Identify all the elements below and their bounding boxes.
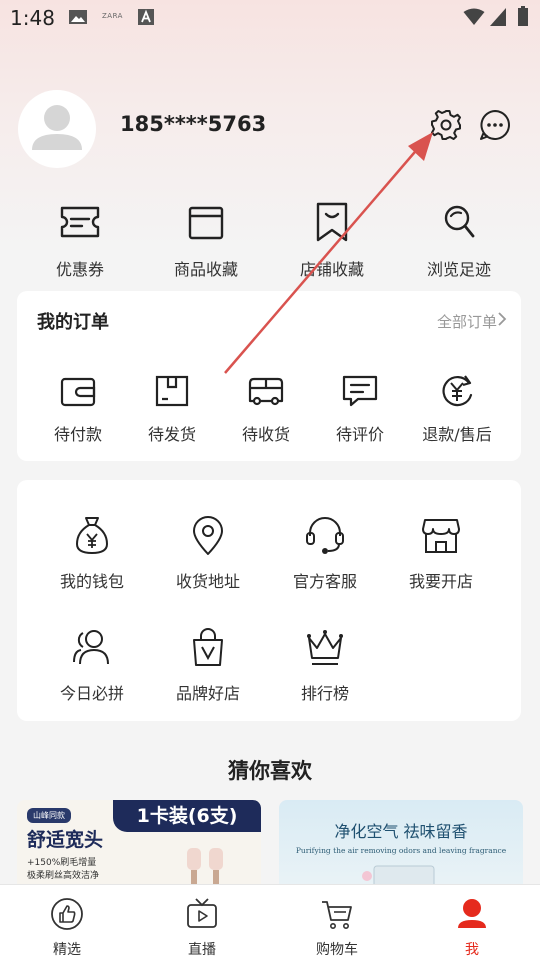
- battery-icon: [518, 6, 528, 26]
- tab-live-label: 直播: [188, 942, 216, 958]
- product-headline: 舒适宽头: [27, 829, 104, 851]
- tab-live[interactable]: 直播: [152, 897, 252, 959]
- service-open-store[interactable]: 我要开店: [383, 514, 499, 592]
- quick-shop-favorites-label: 店铺收藏: [299, 260, 364, 279]
- quick-browse-history[interactable]: 浏览足迹: [404, 198, 514, 280]
- wifi-icon: [463, 8, 485, 25]
- image-notification-icon: [69, 10, 87, 24]
- order-refund-aftersale[interactable]: 退款/售后: [407, 371, 507, 445]
- toothbrush-image: [187, 848, 223, 890]
- guess-you-like-title: 猜你喜欢: [228, 759, 312, 783]
- quick-product-favorites[interactable]: 商品收藏: [151, 198, 261, 280]
- font-notification-icon: [138, 9, 154, 25]
- zara-notification-icon: ZARA: [102, 12, 123, 20]
- tab-featured-label: 精选: [53, 942, 81, 958]
- store-icon: [422, 519, 460, 553]
- service-brand-stores-label: 品牌好店: [175, 684, 240, 703]
- order-pending-receipt-label: 待收货: [241, 425, 290, 444]
- order-pending-payment[interactable]: 待付款: [31, 371, 125, 445]
- profile-icon: [458, 899, 486, 928]
- tab-cart[interactable]: 购物车: [287, 897, 387, 959]
- product-card-air-freshener[interactable]: 净化空气 祛味留香 Purifying the air removing odo…: [279, 800, 523, 890]
- service-customer-support[interactable]: 官方客服: [267, 514, 383, 592]
- tab-me[interactable]: 我: [422, 897, 522, 959]
- tv-play-icon: [187, 898, 217, 928]
- service-ranking-label: 排行榜: [300, 684, 349, 703]
- service-group-buy-label: 今日必拼: [59, 684, 124, 703]
- service-group-buy[interactable]: 今日必拼: [34, 626, 150, 704]
- truck-icon: [248, 377, 284, 406]
- order-pending-shipment[interactable]: 待发货: [125, 371, 219, 445]
- quick-coupons[interactable]: 优惠券: [25, 198, 135, 280]
- order-pending-payment-label: 待付款: [53, 425, 102, 444]
- signal-icon: [490, 8, 506, 26]
- crown-icon: [307, 630, 343, 665]
- orders-card: 我的订单 全部订单 待付款 待发货 待收货 待评价 退款/售后: [17, 291, 521, 461]
- quick-product-favorites-label: 商品收藏: [173, 260, 238, 279]
- avatar[interactable]: [18, 90, 96, 168]
- product-badge: 山峰同款: [27, 808, 71, 823]
- all-orders-link[interactable]: 全部订单: [437, 311, 497, 332]
- order-pending-shipment-label: 待发货: [147, 425, 196, 444]
- location-icon: [193, 516, 223, 555]
- service-address-label: 收货地址: [175, 572, 240, 591]
- order-pending-review-label: 待评价: [335, 425, 384, 444]
- box-star-icon: [188, 206, 224, 240]
- money-bag-icon: [75, 517, 109, 555]
- orders-title: 我的订单: [37, 312, 109, 333]
- footprint-icon: [444, 205, 475, 238]
- quick-coupons-label: 优惠券: [55, 260, 104, 279]
- status-time: 1:48: [10, 6, 55, 30]
- product-line1: +150%刷毛增量: [27, 858, 97, 868]
- ticket-icon: [60, 206, 100, 238]
- product-card-toothbrush[interactable]: 山峰同款 1卡装(6支) 舒适宽头 +150%刷毛增量 极柔刷丝高效洁净: [17, 800, 261, 890]
- settings-gear-icon[interactable]: [429, 108, 463, 142]
- service-customer-support-label: 官方客服: [292, 572, 357, 591]
- headset-icon: [306, 517, 344, 554]
- services-card: 我的钱包 收货地址 官方客服 我要开店 今日必拼 品牌好店 排行榜: [17, 480, 521, 721]
- chevron-right-icon[interactable]: [495, 310, 509, 328]
- order-refund-aftersale-label: 退款/售后: [422, 425, 492, 444]
- group-icon: [73, 630, 109, 665]
- product-pack-tag: 1卡装(6支): [113, 800, 261, 832]
- user-phone: 185****5763: [120, 112, 267, 136]
- service-address[interactable]: 收货地址: [150, 514, 266, 592]
- message-icon[interactable]: [478, 108, 512, 142]
- product-line2: 极柔刷丝高效洁净: [27, 871, 100, 881]
- thumbs-up-icon: [51, 898, 83, 930]
- quick-browse-history-label: 浏览足迹: [426, 260, 491, 279]
- service-brand-stores[interactable]: 品牌好店: [150, 626, 266, 704]
- tab-me-label: 我: [465, 942, 479, 958]
- order-pending-review[interactable]: 待评价: [313, 371, 407, 445]
- tab-featured[interactable]: 精选: [17, 897, 117, 959]
- default-avatar-icon: [32, 105, 82, 150]
- product2-headline: 净化空气 祛味留香: [334, 822, 468, 841]
- refund-icon: [442, 375, 473, 407]
- service-wallet[interactable]: 我的钱包: [34, 514, 150, 592]
- comment-icon: [342, 375, 378, 407]
- cart-icon: [322, 901, 352, 929]
- order-pending-receipt[interactable]: 待收货: [219, 371, 313, 445]
- service-ranking[interactable]: 排行榜: [267, 626, 383, 704]
- service-wallet-label: 我的钱包: [59, 572, 124, 591]
- shopping-bag-icon: [193, 628, 223, 666]
- bottom-tab-bar: 精选 直播 购物车 我: [0, 884, 540, 960]
- product2-subline: Purifying the air removing odors and lea…: [295, 846, 507, 855]
- tab-cart-label: 购物车: [316, 942, 358, 958]
- wallet-icon: [60, 377, 96, 407]
- package-icon: [155, 375, 189, 407]
- quick-shop-favorites[interactable]: 店铺收藏: [277, 198, 387, 280]
- service-open-store-label: 我要开店: [408, 572, 473, 591]
- bookmark-icon: [316, 202, 348, 242]
